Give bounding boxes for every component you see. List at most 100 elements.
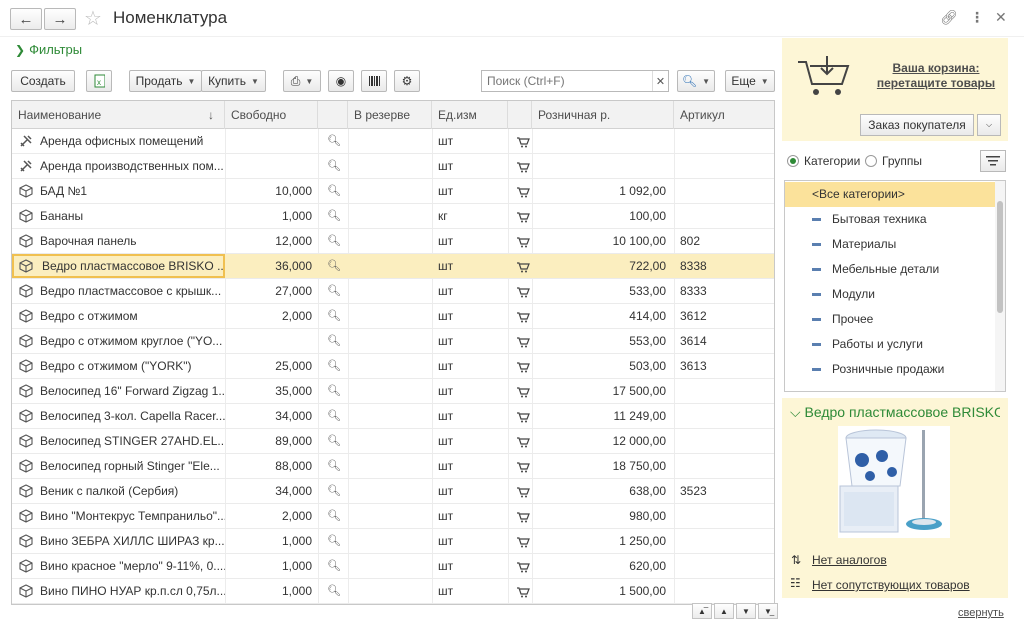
radio-categories[interactable]: Категории: [787, 154, 860, 168]
add-to-cart-icon[interactable]: [516, 204, 530, 228]
category-item[interactable]: Материалы: [785, 232, 995, 257]
buy-button[interactable]: Купить ▼: [201, 70, 266, 92]
add-to-cart-icon[interactable]: [516, 479, 530, 503]
col-unit-header[interactable]: Ед.изм: [432, 101, 508, 129]
more-button[interactable]: Еще ▼: [725, 70, 775, 92]
lookup-magnifier-icon[interactable]: 🔍︎: [327, 329, 341, 353]
category-scrollbar[interactable]: [995, 181, 1005, 391]
category-list[interactable]: <Все категории> Бытовая техника Материалы М…: [784, 180, 1006, 392]
scrollbar-thumb[interactable]: [997, 201, 1003, 313]
lookup-magnifier-icon[interactable]: 🔍︎: [327, 304, 341, 328]
category-item[interactable]: Работы и услуги: [785, 332, 995, 357]
search-button[interactable]: 🔍︎ ▼: [677, 70, 715, 92]
table-row[interactable]: Вино ПИНО НУАР кр.п.сл 0,75л... 1,000 🔍︎ шт…: [12, 579, 774, 604]
product-detail-title[interactable]: ⌵ Ведро пластмассовое BRISKO: [790, 404, 1000, 421]
create-button[interactable]: Создать: [11, 70, 75, 92]
add-to-cart-icon[interactable]: [516, 354, 530, 378]
table-row[interactable]: Ведро с отжимом ("YORK") 25,000 🔍︎ шт 503,00…: [12, 354, 774, 379]
table-row[interactable]: Веник с палкой (Сербия) 34,000 🔍︎ шт 638,00 3…: [12, 479, 774, 504]
scroll-up-button[interactable]: ▲: [714, 603, 734, 619]
excel-export-button[interactable]: x: [86, 70, 112, 92]
lookup-magnifier-icon[interactable]: 🔍︎: [327, 579, 341, 603]
search-input[interactable]: [482, 71, 650, 91]
table-row[interactable]: Ведро с отжимом 2,000 🔍︎ шт 414,00 3612: [12, 304, 774, 329]
lookup-magnifier-icon[interactable]: 🔍︎: [327, 279, 341, 303]
link-icon[interactable]: 🔗︎: [940, 9, 958, 26]
table-row[interactable]: Велосипед 16" Forward Zigzag 1... 35,000 🔍…: [12, 379, 774, 404]
basket-link[interactable]: Ваша корзина: перетащите товары: [876, 61, 996, 91]
lookup-magnifier-icon[interactable]: 🔍︎: [327, 529, 341, 553]
add-to-cart-icon[interactable]: [516, 229, 530, 253]
lookup-magnifier-icon[interactable]: 🔍︎: [327, 154, 341, 178]
add-to-cart-icon[interactable]: [516, 529, 530, 553]
table-row[interactable]: Велосипед горный Stinger "Ele... 88,000 🔍︎…: [12, 454, 774, 479]
lookup-magnifier-icon[interactable]: 🔍︎: [327, 379, 341, 403]
related-products-link[interactable]: Нет сопутствующих товаров: [812, 578, 970, 592]
add-to-cart-icon[interactable]: [516, 329, 530, 353]
clear-search-icon[interactable]: ✕: [652, 71, 668, 91]
lookup-magnifier-icon[interactable]: 🔍︎: [327, 504, 341, 528]
lookup-magnifier-icon[interactable]: 🔍︎: [327, 179, 341, 203]
add-to-cart-icon[interactable]: [516, 579, 530, 603]
add-to-cart-icon[interactable]: [516, 554, 530, 578]
category-item[interactable]: Прочее: [785, 307, 995, 332]
add-to-cart-icon[interactable]: [516, 379, 530, 403]
category-item[interactable]: Мебельные детали: [785, 257, 995, 282]
more-vertical-icon[interactable]: ⋮: [970, 9, 984, 26]
table-row[interactable]: БАД №1 10,000 🔍︎ шт 1 092,00: [12, 179, 774, 204]
table-row[interactable]: Ведро с отжимом круглое ("YO... 🔍︎ шт 553,0…: [12, 329, 774, 354]
favorite-star-icon[interactable]: ☆: [84, 6, 102, 31]
table-row[interactable]: Вино красное "мерло" 9-11%, 0.... 1,000 🔍︎…: [12, 554, 774, 579]
col-sku-header[interactable]: Артикул: [674, 101, 774, 129]
add-to-cart-icon[interactable]: [516, 279, 530, 303]
table-row[interactable]: Вино "Монтекрус Темпранильо"... 2,000 🔍︎ шт…: [12, 504, 774, 529]
col-name-header[interactable]: Наименование ↓: [12, 101, 225, 129]
sell-button[interactable]: Продать ▼: [129, 70, 202, 92]
lookup-magnifier-icon[interactable]: 🔍︎: [327, 404, 341, 428]
add-to-cart-icon[interactable]: [516, 304, 530, 328]
close-icon[interactable]: ✕: [995, 9, 1007, 26]
table-row[interactable]: Велосипед 3-кол. Capella Racer... 34,000 🔍…: [12, 404, 774, 429]
lookup-magnifier-icon[interactable]: 🔍︎: [327, 479, 341, 503]
add-to-cart-icon[interactable]: [516, 179, 530, 203]
table-row[interactable]: Аренда офисных помещений 🔍︎ шт: [12, 129, 774, 154]
radio-groups[interactable]: Группы: [865, 154, 922, 168]
forward-button[interactable]: →: [44, 8, 76, 30]
search-field[interactable]: ✕: [481, 70, 669, 92]
col-price-header[interactable]: Розничная р.: [532, 101, 674, 129]
settings-button[interactable]: ⚙: [394, 70, 420, 92]
table-row[interactable]: Варочная панель 12,000 🔍︎ шт 10 100,00 802: [12, 229, 774, 254]
collapse-link[interactable]: свернуть: [958, 607, 1004, 619]
category-filter-button[interactable]: [980, 150, 1006, 172]
table-row[interactable]: Ведро пластмассовое с крышк... 27,000 🔍︎ шт…: [12, 279, 774, 304]
category-item[interactable]: <Все категории>: [785, 182, 995, 207]
add-to-cart-icon[interactable]: [516, 504, 530, 528]
print-button[interactable]: ⎙ ▼: [283, 70, 321, 92]
table-row[interactable]: Велосипед STINGER 27AHD.EL... 89,000 🔍︎ шт 1…: [12, 429, 774, 454]
analogs-link[interactable]: Нет аналогов: [812, 553, 887, 567]
customer-order-button[interactable]: Заказ покупателя: [860, 114, 974, 136]
lookup-magnifier-icon[interactable]: 🔍︎: [327, 229, 341, 253]
lookup-magnifier-icon[interactable]: 🔍︎: [327, 129, 341, 153]
scroll-bottom-button[interactable]: ▼̲: [758, 603, 778, 619]
category-item[interactable]: Модули: [785, 282, 995, 307]
scroll-top-button[interactable]: ▲̅: [692, 603, 712, 619]
add-to-cart-icon[interactable]: [516, 404, 530, 428]
lookup-magnifier-icon[interactable]: 🔍︎: [327, 454, 341, 478]
order-dropdown-button[interactable]: ⌵: [977, 114, 1001, 136]
table-row[interactable]: Ведро пластмассовое BRISKO ... 36,000 🔍︎ шт…: [12, 254, 774, 279]
add-to-cart-icon[interactable]: [516, 454, 530, 478]
table-row[interactable]: Аренда производственных пом... 🔍︎ шт: [12, 154, 774, 179]
nomenclature-table[interactable]: Наименование ↓ Свободно В резерве Ед.изм …: [11, 100, 775, 605]
col-reserve-header[interactable]: В резерве: [348, 101, 432, 129]
add-to-cart-icon[interactable]: [516, 254, 530, 278]
table-row[interactable]: Вино ЗЕБРА ХИЛЛС ШИРАЗ кр... 1,000 🔍︎ шт 1 2…: [12, 529, 774, 554]
add-to-cart-icon[interactable]: [516, 429, 530, 453]
lookup-magnifier-icon[interactable]: 🔍︎: [327, 254, 341, 278]
table-row[interactable]: Бананы 1,000 🔍︎ кг 100,00: [12, 204, 774, 229]
filters-toggle[interactable]: ❯ Фильтры: [15, 42, 82, 57]
add-to-cart-icon[interactable]: [516, 154, 530, 178]
view-button[interactable]: ◉: [328, 70, 354, 92]
lookup-magnifier-icon[interactable]: 🔍︎: [327, 354, 341, 378]
category-item[interactable]: Розничные продажи: [785, 357, 995, 382]
